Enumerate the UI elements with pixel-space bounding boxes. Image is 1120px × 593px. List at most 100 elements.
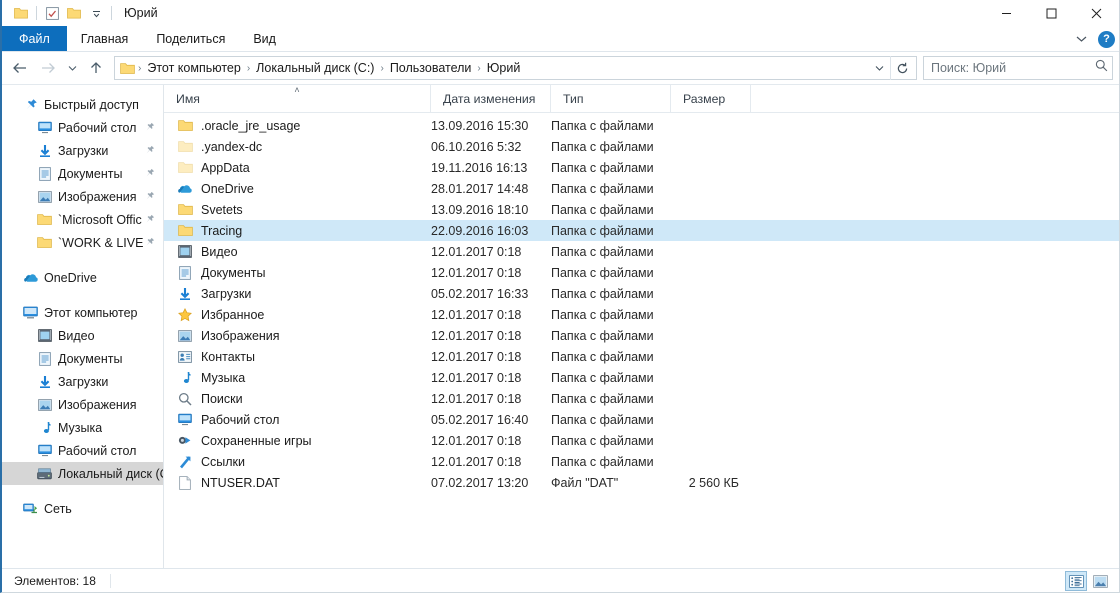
folder-icon[interactable]	[10, 3, 32, 23]
column-header-date-modified[interactable]: Дата изменения	[431, 85, 551, 112]
tab-home[interactable]: Главная	[67, 26, 143, 51]
recent-locations-button[interactable]	[62, 55, 82, 81]
sidebar-item-downloads[interactable]: Загрузки	[2, 139, 163, 162]
music-icon	[176, 370, 194, 386]
tab-view[interactable]: Вид	[239, 26, 290, 51]
table-row[interactable]: Документы 12.01.2017 0:18 Папка с файлами	[164, 262, 1119, 283]
navigation-pane[interactable]: Быстрый доступ Рабочий стол Загрузки Док…	[2, 85, 164, 568]
sidebar-item-microsoft-office[interactable]: `Microsoft Offic	[2, 208, 163, 231]
sidebar-item-downloads-pc[interactable]: Загрузки	[2, 370, 163, 393]
sidebar-item-label: Видео	[58, 328, 95, 343]
pin-icon[interactable]	[145, 236, 155, 250]
table-row[interactable]: Контакты 12.01.2017 0:18 Папка с файлами	[164, 346, 1119, 367]
sidebar-item-music[interactable]: Музыка	[2, 416, 163, 439]
tab-file[interactable]: Файл	[2, 26, 67, 51]
pin-icon[interactable]	[145, 167, 155, 181]
downloads-icon	[36, 143, 53, 159]
details-view-button[interactable]	[1065, 571, 1087, 591]
sidebar-item-label: `WORK & LIVE	[58, 235, 144, 250]
help-icon[interactable]: ?	[1098, 30, 1115, 48]
searches-icon	[176, 391, 194, 407]
column-header-size[interactable]: Размер	[671, 85, 751, 112]
cell-name: .oracle_jre_usage	[164, 118, 431, 134]
cell-name: Документы	[164, 265, 431, 281]
column-header-name[interactable]: Имя ˄	[164, 85, 431, 112]
documents-icon	[36, 351, 53, 367]
refresh-icon[interactable]	[890, 56, 914, 80]
cell-type: Папка с файлами	[551, 118, 654, 133]
forward-button[interactable]	[34, 55, 62, 81]
search-icon[interactable]	[1095, 59, 1108, 77]
sidebar-item-local-disk-c[interactable]: Локальный диск (C	[2, 462, 163, 485]
sidebar-item-onedrive[interactable]: OneDrive	[2, 266, 163, 289]
pin-icon[interactable]	[145, 144, 155, 158]
sidebar-item-this-pc[interactable]: Этот компьютер	[2, 301, 163, 324]
explorer-body: Быстрый доступ Рабочий стол Загрузки Док…	[2, 84, 1119, 568]
chevron-down-icon[interactable]	[1070, 28, 1092, 50]
chevron-down-icon[interactable]	[85, 3, 107, 23]
cell-date-modified: 06.10.2016 5:32	[431, 139, 522, 154]
pin-icon[interactable]	[145, 190, 155, 204]
pictures-icon	[36, 189, 53, 205]
cell-date-modified: 13.09.2016 18:10	[431, 202, 529, 217]
table-row[interactable]: .oracle_jre_usage 13.09.2016 15:30 Папка с…	[164, 115, 1119, 136]
cell-type: Папка с файлами	[551, 370, 654, 385]
sidebar-item-desktop[interactable]: Рабочий стол	[2, 116, 163, 139]
large-icons-view-button[interactable]	[1089, 571, 1111, 591]
sidebar-item-network[interactable]: Сеть	[2, 497, 163, 520]
sidebar-item-desktop-pc[interactable]: Рабочий стол	[2, 439, 163, 462]
breadcrumb-item-this-pc[interactable]: Этот компьютер	[142, 61, 245, 75]
table-row[interactable]: NTUSER.DAT 07.02.2017 13:20 Файл "DAT" 2 56…	[164, 472, 1119, 493]
properties-icon[interactable]	[41, 3, 63, 23]
sidebar-item-quick-access[interactable]: Быстрый доступ	[2, 93, 163, 116]
pin-icon[interactable]	[145, 213, 155, 227]
table-row[interactable]: Изображения 12.01.2017 0:18 Папка с файлам…	[164, 325, 1119, 346]
ribbon-right-controls: ?	[1070, 26, 1115, 52]
search-box[interactable]	[923, 56, 1113, 80]
sidebar-item-documents-pc[interactable]: Документы	[2, 347, 163, 370]
table-row[interactable]: Сохраненные игры 12.01.2017 0:18 Папка с ф…	[164, 430, 1119, 451]
chevron-down-icon[interactable]	[868, 57, 890, 79]
up-button[interactable]	[82, 55, 110, 81]
minimize-button[interactable]	[984, 0, 1029, 26]
breadcrumb-item-user[interactable]: Юрий	[482, 61, 526, 75]
breadcrumb-item-local-disk[interactable]: Локальный диск (C:)	[251, 61, 379, 75]
table-row[interactable]: Поиски 12.01.2017 0:18 Папка с файлами	[164, 388, 1119, 409]
pin-icon[interactable]	[145, 121, 155, 135]
file-name-label: Изображения	[201, 328, 280, 343]
table-row[interactable]: Tracing 22.09.2016 16:03 Папка с файлами	[164, 220, 1119, 241]
new-folder-icon[interactable]	[63, 3, 85, 23]
sidebar-item-pictures-pc[interactable]: Изображения	[2, 393, 163, 416]
close-button[interactable]	[1074, 0, 1119, 26]
column-header-type[interactable]: Тип	[551, 85, 671, 112]
video-icon	[36, 328, 53, 344]
breadcrumb-item-users[interactable]: Пользователи	[385, 61, 477, 75]
table-row[interactable]: .yandex-dc 06.10.2016 5:32 Папка с файлами	[164, 136, 1119, 157]
table-row[interactable]: AppData 19.11.2016 16:13 Папка с файлами	[164, 157, 1119, 178]
sidebar-item-work-and-live[interactable]: `WORK & LIVE	[2, 231, 163, 254]
downloads-icon	[176, 286, 194, 302]
file-rows[interactable]: .oracle_jre_usage 13.09.2016 15:30 Папка с…	[164, 113, 1119, 568]
table-row[interactable]: Ссылки 12.01.2017 0:18 Папка с файлами	[164, 451, 1119, 472]
file-name-label: .oracle_jre_usage	[201, 118, 301, 133]
sidebar-item-documents[interactable]: Документы	[2, 162, 163, 185]
status-bar: Элементов: 18	[2, 568, 1119, 592]
table-row[interactable]: OneDrive 28.01.2017 14:48 Папка с файлами	[164, 178, 1119, 199]
table-row[interactable]: Избранное 12.01.2017 0:18 Папка с файлами	[164, 304, 1119, 325]
back-button[interactable]	[6, 55, 34, 81]
sidebar-item-video[interactable]: Видео	[2, 324, 163, 347]
cell-date-modified: 05.02.2017 16:40	[431, 412, 529, 427]
sidebar-item-pictures[interactable]: Изображения	[2, 185, 163, 208]
table-row[interactable]: Музыка 12.01.2017 0:18 Папка с файлами	[164, 367, 1119, 388]
maximize-button[interactable]	[1029, 0, 1074, 26]
table-row[interactable]: Рабочий стол 05.02.2017 16:40 Папка с файл…	[164, 409, 1119, 430]
sidebar-item-label: Изображения	[58, 189, 137, 204]
breadcrumb[interactable]: › Этот компьютер › Локальный диск (C:) ›…	[114, 56, 917, 80]
table-row[interactable]: Загрузки 05.02.2017 16:33 Папка с файлами	[164, 283, 1119, 304]
tab-share[interactable]: Поделиться	[142, 26, 239, 51]
table-row[interactable]: Svetets 13.09.2016 18:10 Папка с файлами	[164, 199, 1119, 220]
file-name-label: Svetets	[201, 202, 243, 217]
search-input[interactable]	[931, 61, 1095, 75]
table-row[interactable]: Видео 12.01.2017 0:18 Папка с файлами	[164, 241, 1119, 262]
cell-name: Контакты	[164, 349, 431, 365]
